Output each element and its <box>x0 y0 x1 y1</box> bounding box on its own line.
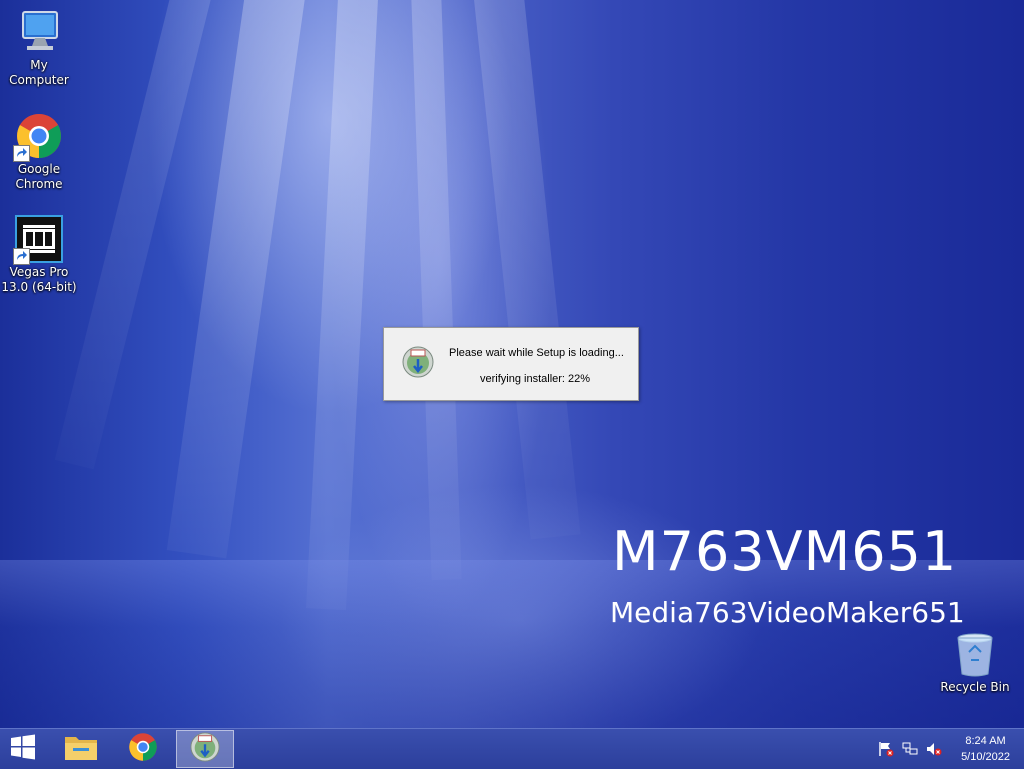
desktop-icon-label: Google Chrome <box>15 162 63 191</box>
volume-muted-icon[interactable] <box>926 741 942 757</box>
windows-logo-icon <box>10 734 36 764</box>
shortcut-arrow-icon <box>13 248 30 265</box>
clock-date: 5/10/2022 <box>961 751 1010 763</box>
clock-time: 8:24 AM <box>965 735 1006 747</box>
recycle-bin-icon <box>951 630 999 678</box>
setup-installer-icon <box>190 732 220 766</box>
action-center-flag-icon[interactable] <box>878 741 894 757</box>
desktop-icon-vegas-pro[interactable]: Vegas Pro 13.0 (64-bit) <box>0 215 78 295</box>
desktop-icon-recycle-bin[interactable]: Recycle Bin <box>936 630 1014 695</box>
computer-icon <box>15 8 63 56</box>
shortcut-arrow-icon <box>13 145 30 162</box>
taskbar-chrome[interactable] <box>114 730 172 768</box>
network-icon[interactable] <box>902 741 918 757</box>
setup-loading-dialog: Please wait while Setup is loading... ve… <box>383 327 639 401</box>
taskbar: 8:24 AM 5/10/2022 <box>0 728 1024 769</box>
taskbar-clock[interactable]: 8:24 AM 5/10/2022 <box>961 733 1010 765</box>
start-button[interactable] <box>0 730 46 768</box>
desktop-icon-google-chrome[interactable]: Google Chrome <box>0 112 78 192</box>
desktop-background: My Computer Google Chrome Vegas Pro 13.0… <box>0 0 1024 728</box>
desktop-icon-label: Vegas Pro 13.0 (64-bit) <box>1 265 77 294</box>
light-beam <box>306 0 380 611</box>
taskbar-file-explorer[interactable] <box>52 730 110 768</box>
chrome-icon <box>13 112 63 162</box>
chrome-icon <box>128 732 158 766</box>
light-beam <box>410 0 462 581</box>
setup-installer-icon <box>402 346 434 378</box>
folder-icon <box>64 732 98 766</box>
wallpaper-subtitle: Media763VideoMaker651 <box>610 596 965 629</box>
floor-reflection <box>0 560 1024 728</box>
taskbar-setup[interactable] <box>176 730 234 768</box>
wallpaper-title: M763VM651 <box>612 520 958 583</box>
desktop-icon-my-computer[interactable]: My Computer <box>0 8 78 88</box>
desktop-icon-label: Recycle Bin <box>940 680 1010 694</box>
vegas-film-icon <box>13 215 63 265</box>
dialog-status: verifying installer: 22% <box>480 373 591 385</box>
dialog-message: Please wait while Setup is loading... <box>449 347 624 359</box>
light-beam <box>470 0 581 540</box>
desktop-icon-label: My Computer <box>9 58 69 87</box>
system-tray: 8:24 AM 5/10/2022 <box>864 729 1024 769</box>
